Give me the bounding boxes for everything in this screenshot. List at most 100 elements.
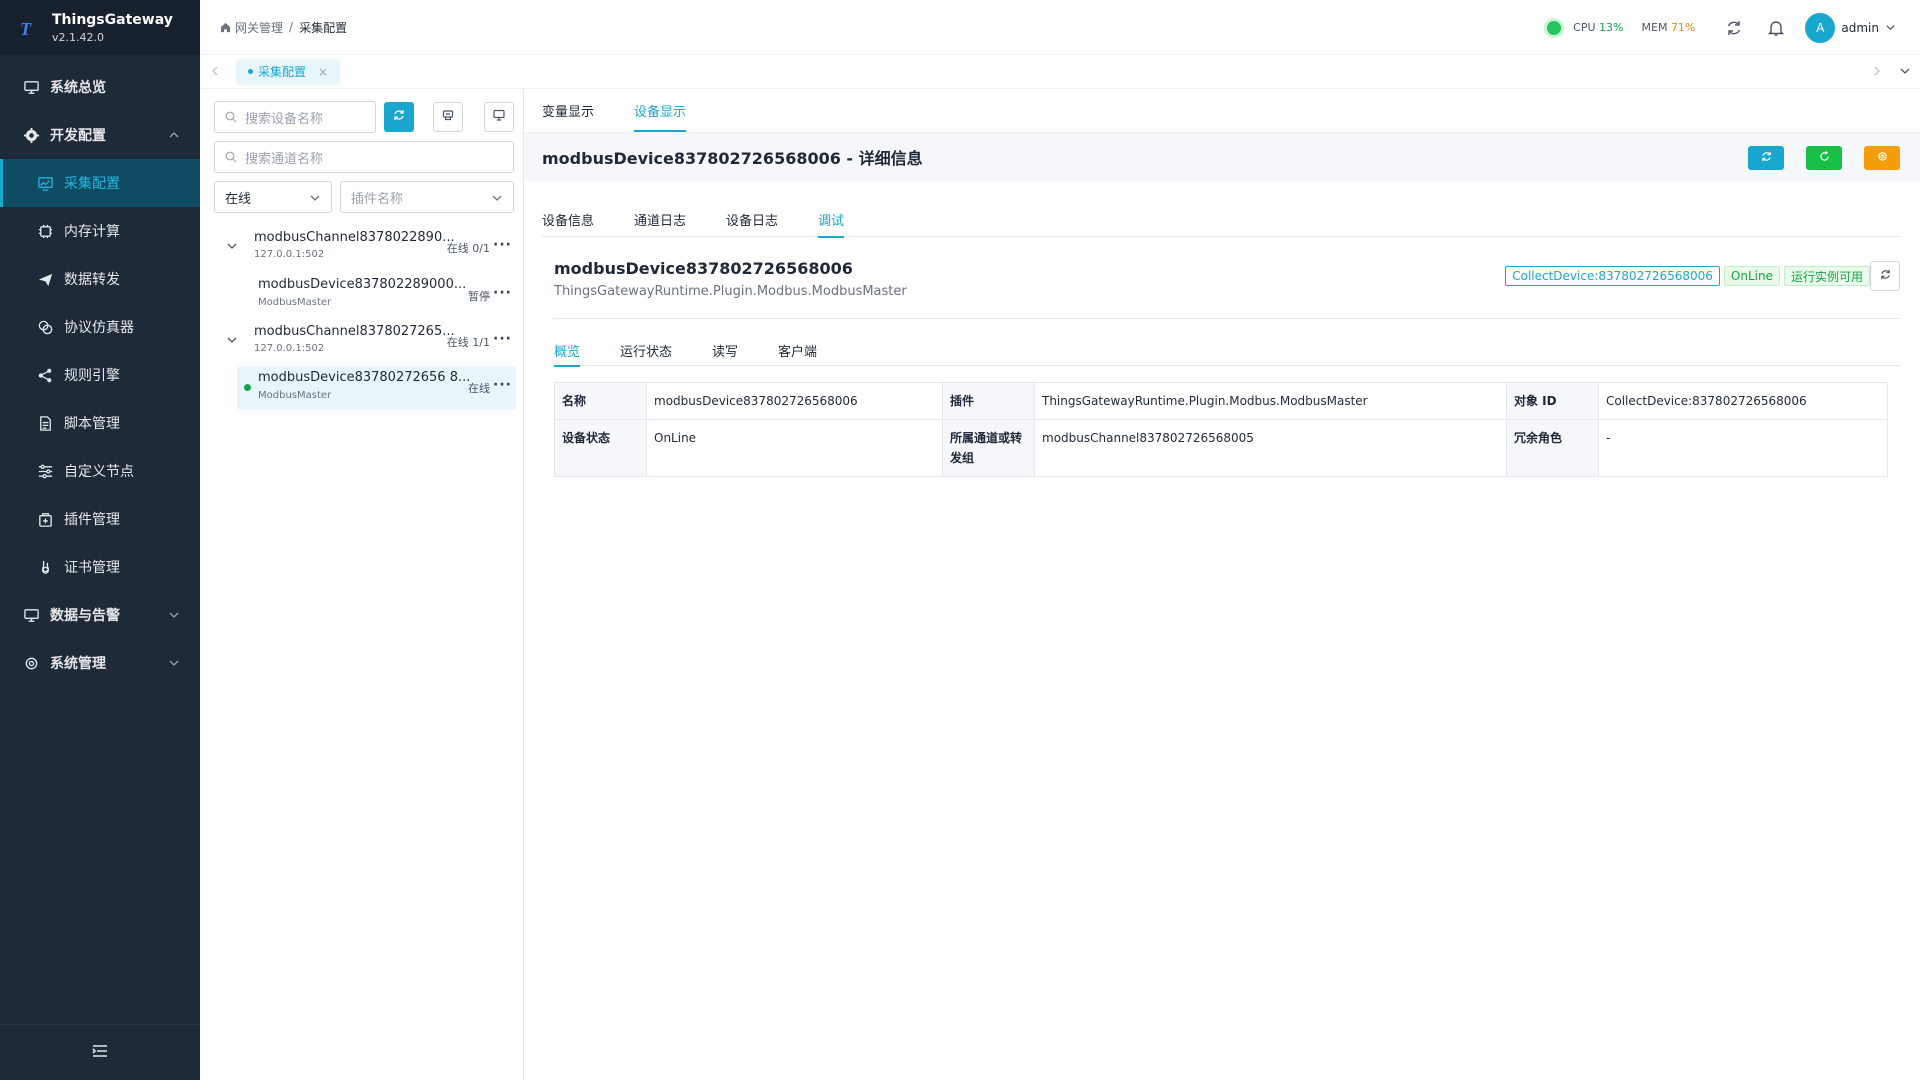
sidebar-item-rule-engine[interactable]: 规则引擎 — [0, 351, 200, 399]
table-row: 名称 modbusDevice837802726568006 插件 Things… — [554, 382, 1888, 420]
chevron-down-icon[interactable] — [1885, 22, 1896, 33]
field-value: CollectDevice:837802726568006 — [1598, 382, 1888, 420]
sidebar-item-system-mgmt[interactable]: 系统管理 — [0, 639, 200, 687]
sidebar-item-label: 插件管理 — [64, 512, 120, 528]
device-plugin: ModbusMaster — [258, 390, 332, 401]
refresh-button[interactable] — [1748, 146, 1784, 170]
sidebar-item-cert-mgmt[interactable]: 证书管理 — [0, 543, 200, 591]
device-info-table: 名称 modbusDevice837802726568006 插件 Things… — [554, 382, 1888, 477]
close-icon[interactable]: × — [318, 65, 328, 79]
display-mode-button[interactable] — [484, 102, 514, 132]
status-badge: 暂停 — [468, 290, 490, 303]
sidebar-item-data-alarm[interactable]: 数据与告警 — [0, 591, 200, 639]
search-channel-input[interactable]: 搜索通道名称 — [214, 141, 514, 173]
user-name[interactable]: admin — [1841, 21, 1879, 35]
sidebar-item-protocol-simulator[interactable]: 协议仿真器 — [0, 303, 200, 351]
chevron-right-icon[interactable] — [1870, 64, 1884, 78]
tab-read-write[interactable]: 读写 — [712, 334, 738, 366]
sidebar-item-overview[interactable]: 系统总览 — [0, 63, 200, 111]
status-badge: 在线 1/1 — [446, 336, 490, 349]
more-icon[interactable]: ··· — [493, 238, 512, 252]
refresh-icon — [1761, 151, 1772, 166]
tab-device-log[interactable]: 设备日志 — [726, 201, 778, 237]
package-icon — [36, 510, 54, 528]
sidebar: T ThingsGateway v2.1.42.0 系统总览 开发配置 采集配置… — [0, 0, 200, 1080]
export-button[interactable] — [433, 102, 463, 132]
chevron-down-icon[interactable] — [1898, 64, 1912, 78]
mem-metric: MEM 71% — [1641, 21, 1696, 34]
field-value: OnLine — [646, 419, 943, 477]
search-device-input[interactable]: 搜索设备名称 — [214, 101, 376, 133]
field-label: 对象 ID — [1506, 382, 1599, 420]
refresh-tree-button[interactable] — [384, 102, 414, 132]
device-plugin-path: ThingsGatewayRuntime.Plugin.Modbus.Modbu… — [554, 284, 907, 299]
tab-device-display[interactable]: 设备显示 — [634, 88, 687, 132]
restart-button[interactable] — [1806, 146, 1842, 170]
field-label: 插件 — [942, 382, 1035, 420]
more-icon[interactable]: ··· — [493, 378, 512, 392]
document-icon — [36, 414, 54, 432]
device-tree: modbusChannel8378022890... 127.0.0.1:502… — [200, 226, 524, 410]
device-tree-panel: 搜索设备名称 搜索通道名称 在线 插件名称 modbusChannel83780… — [200, 89, 524, 1080]
breadcrumb-current: 采集配置 — [299, 20, 348, 35]
sidebar-item-label: 自定义节点 — [64, 464, 134, 480]
bell-icon[interactable] — [1767, 19, 1785, 37]
object-id-tag: CollectDevice:837802726568006 — [1505, 266, 1720, 286]
gear-icon — [1877, 151, 1888, 166]
table-row: 设备状态 OnLine 所属通道或转发组 modbusChannel837802… — [554, 419, 1888, 477]
tree-channel-row[interactable]: modbusChannel8378027265... 127.0.0.1:502… — [200, 320, 524, 366]
tree-channel-row[interactable]: modbusChannel8378022890... 127.0.0.1:502… — [200, 226, 524, 274]
tab-variable-display[interactable]: 变量显示 — [542, 88, 594, 132]
tree-device-row-selected[interactable]: modbusDevice83780272656 8... ModbusMaste… — [237, 366, 516, 410]
field-value: - — [1598, 419, 1888, 477]
more-icon[interactable]: ··· — [493, 286, 512, 300]
detail-panel: 变量显示 设备显示 modbusDevice837802726568006 - … — [524, 89, 1920, 1080]
sidebar-item-dev-config[interactable]: 开发配置 — [0, 111, 200, 159]
sidebar-item-label: 数据与告警 — [50, 608, 120, 624]
tab-overview[interactable]: 概览 — [554, 334, 581, 367]
sidebar-item-script-mgmt[interactable]: 脚本管理 — [0, 399, 200, 447]
brand[interactable]: T ThingsGateway v2.1.42.0 — [0, 0, 200, 55]
tab-runtime-state[interactable]: 运行状态 — [620, 334, 672, 366]
sidebar-item-data-forward[interactable]: 数据转发 — [0, 255, 200, 303]
display-tabs: 变量显示 设备显示 — [524, 89, 1920, 133]
sidebar-item-plugin-mgmt[interactable]: 插件管理 — [0, 495, 200, 543]
tab-debug[interactable]: 调试 — [818, 201, 845, 238]
sidebar-item-custom-node[interactable]: 自定义节点 — [0, 447, 200, 495]
refresh-icon[interactable] — [1725, 19, 1743, 37]
collapse-sidebar-button[interactable] — [0, 1024, 200, 1080]
device-plugin: ModbusMaster — [258, 297, 332, 308]
plugin-name-select[interactable]: 插件名称 — [340, 181, 514, 213]
chevron-down-icon[interactable] — [226, 240, 238, 252]
tab-channel-log[interactable]: 通道日志 — [634, 201, 686, 237]
home-icon[interactable] — [220, 22, 231, 33]
chevron-down-icon — [491, 192, 503, 204]
refresh-device-button[interactable] — [1870, 261, 1900, 291]
more-icon[interactable]: ··· — [493, 332, 512, 346]
monitor-icon — [22, 606, 40, 624]
app-name: ThingsGateway — [52, 11, 173, 28]
settings-button[interactable] — [1864, 146, 1900, 170]
search-icon — [225, 151, 237, 163]
device-summary: modbusDevice837802726568006 ThingsGatewa… — [554, 259, 1900, 319]
tree-device-row[interactable]: modbusDevice837802289000... ModbusMaster… — [200, 274, 524, 320]
field-value: ThingsGatewayRuntime.Plugin.Modbus.Modbu… — [1034, 382, 1507, 420]
chevron-down-icon[interactable] — [226, 334, 238, 346]
tab-collect-config[interactable]: 采集配置 × — [236, 58, 341, 85]
field-label: 名称 — [554, 382, 647, 420]
device-name: modbusDevice83780272656 8... — [258, 370, 471, 385]
tab-device-info[interactable]: 设备信息 — [542, 201, 594, 237]
share-icon — [36, 366, 54, 384]
chevron-left-icon[interactable] — [208, 64, 222, 78]
avatar[interactable]: A — [1805, 12, 1836, 43]
breadcrumb-item[interactable]: 网关管理 — [235, 19, 283, 36]
top-header: 网关管理 / 采集配置 CPU 13% MEM 71% A admin — [200, 0, 1920, 55]
online-status-tag: OnLine — [1723, 266, 1780, 286]
chevron-down-icon — [168, 609, 180, 621]
search-icon — [225, 111, 237, 123]
sidebar-item-collect-config[interactable]: 采集配置 — [0, 159, 200, 207]
tab-client[interactable]: 客户端 — [778, 334, 817, 366]
cpu-metric: CPU 13% — [1573, 21, 1624, 34]
status-filter-select[interactable]: 在线 — [214, 181, 332, 213]
sidebar-item-memory-calc[interactable]: 内存计算 — [0, 207, 200, 255]
